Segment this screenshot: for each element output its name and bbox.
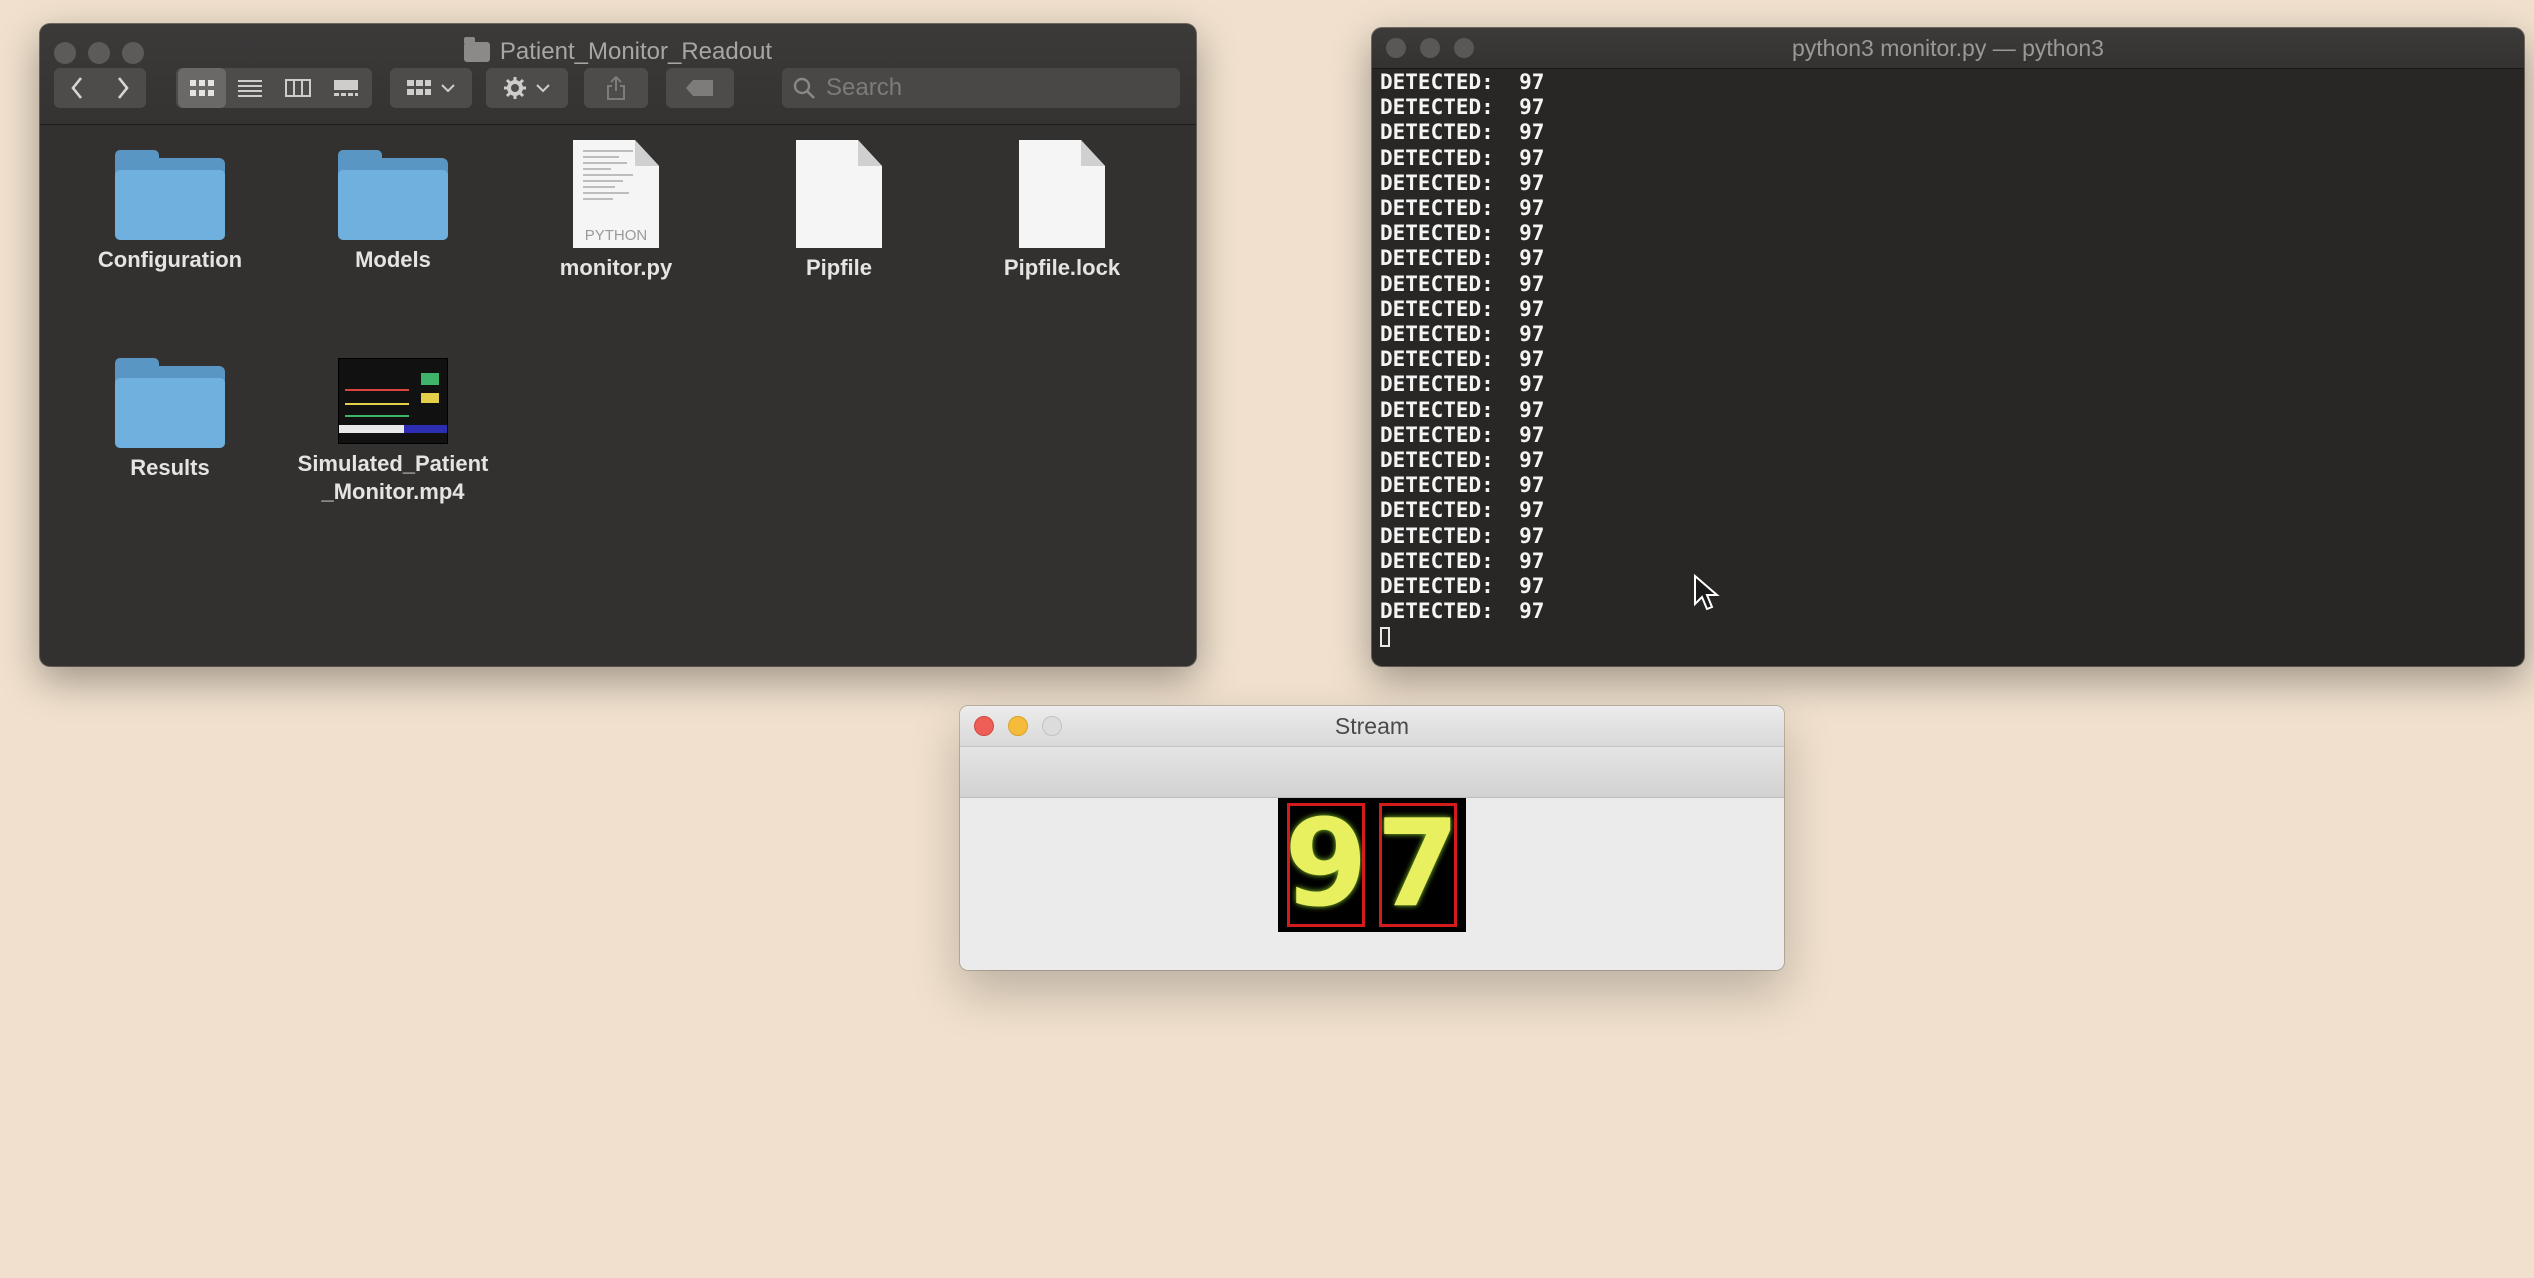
stream-titlebar: Stream bbox=[960, 706, 1784, 747]
gallery-view-button[interactable] bbox=[322, 68, 370, 108]
stream-window: Stream 9 7 bbox=[960, 706, 1784, 970]
terminal-titlebar: python3 monitor.py — python3 bbox=[1372, 28, 2524, 69]
video-thumbnail bbox=[338, 358, 448, 444]
file-label: Results bbox=[130, 455, 210, 480]
chevron-down-icon bbox=[536, 84, 550, 93]
file-item-models[interactable]: Models bbox=[293, 150, 493, 274]
python-tag: PYTHON bbox=[584, 227, 648, 244]
grid-icon bbox=[190, 80, 214, 96]
list-icon bbox=[238, 80, 262, 97]
search-icon bbox=[793, 77, 815, 99]
gear-icon bbox=[504, 77, 526, 99]
python-file-icon: PYTHON bbox=[573, 140, 659, 248]
file-label: Models bbox=[355, 247, 431, 272]
forward-button[interactable] bbox=[100, 68, 146, 108]
stream-toolbar bbox=[960, 747, 1784, 798]
column-view-button[interactable] bbox=[274, 68, 322, 108]
file-item-results[interactable]: Results bbox=[70, 358, 270, 482]
video-frame: 9 7 bbox=[1278, 798, 1466, 932]
file-item-monitor-py[interactable]: PYTHON monitor.py bbox=[516, 140, 716, 282]
window-title: Patient_Monitor_Readout bbox=[499, 38, 773, 65]
file-label: Configuration bbox=[97, 247, 243, 272]
chevron-down-icon bbox=[441, 84, 455, 93]
document-icon bbox=[796, 140, 882, 248]
chevron-left-icon bbox=[71, 77, 83, 99]
gallery-icon bbox=[334, 80, 358, 96]
columns-icon bbox=[285, 79, 311, 97]
document-icon bbox=[1019, 140, 1105, 248]
file-label: monitor.py bbox=[559, 255, 673, 280]
share-icon bbox=[607, 75, 625, 100]
icon-view-button[interactable] bbox=[178, 68, 226, 108]
stream-title: Stream bbox=[1334, 713, 1410, 739]
group-by-button[interactable] bbox=[390, 68, 472, 108]
tag-icon bbox=[686, 80, 713, 96]
folder-icon bbox=[115, 358, 225, 448]
detected-digit: 9 bbox=[1287, 803, 1365, 927]
tags-button[interactable] bbox=[666, 68, 734, 108]
action-menu-button[interactable] bbox=[486, 68, 568, 108]
back-button[interactable] bbox=[54, 68, 100, 108]
nav-buttons bbox=[54, 68, 146, 108]
terminal-output-text: DETECTED: 97 DETECTED: 97 DETECTED: 97 D… bbox=[1380, 70, 1545, 624]
chevron-right-icon bbox=[117, 77, 129, 99]
detected-digit: 7 bbox=[1379, 803, 1457, 927]
file-item-simulated-patient-monitor[interactable]: Simulated_Patient _Monitor.mp4 bbox=[293, 352, 493, 506]
file-label: Pipfile bbox=[805, 255, 872, 280]
search-input[interactable] bbox=[824, 73, 1158, 103]
terminal-window[interactable]: python3 monitor.py — python3 DETECTED: 9… bbox=[1372, 28, 2524, 666]
share-button[interactable] bbox=[584, 68, 648, 108]
file-item-pipfile[interactable]: Pipfile bbox=[739, 140, 939, 282]
file-label: Simulated_Patient _Monitor.mp4 bbox=[297, 451, 489, 504]
finder-window: Patient_Monitor_Readout Search Configura… bbox=[40, 24, 1196, 666]
folder-icon bbox=[115, 150, 225, 240]
terminal-title: python3 monitor.py — python3 bbox=[1792, 35, 2104, 61]
search-field[interactable] bbox=[782, 68, 1180, 108]
mouse-pointer-icon bbox=[1694, 574, 1720, 611]
file-item-configuration[interactable]: Configuration bbox=[70, 150, 270, 274]
folder-icon bbox=[463, 37, 490, 62]
finder-title: Patient_Monitor_Readout bbox=[40, 32, 1196, 72]
view-switcher bbox=[176, 68, 372, 108]
terminal-output[interactable]: DETECTED: 97 DETECTED: 97 DETECTED: 97 D… bbox=[1380, 70, 2516, 666]
file-item-pipfile-lock[interactable]: Pipfile.lock bbox=[962, 140, 1162, 282]
finder-titlebar: Patient_Monitor_Readout bbox=[40, 24, 1196, 125]
text-cursor bbox=[1380, 627, 1390, 648]
file-label: Pipfile.lock bbox=[1003, 255, 1121, 280]
folder-icon bbox=[338, 150, 448, 240]
group-grid-icon bbox=[407, 80, 431, 95]
list-view-button[interactable] bbox=[226, 68, 274, 108]
